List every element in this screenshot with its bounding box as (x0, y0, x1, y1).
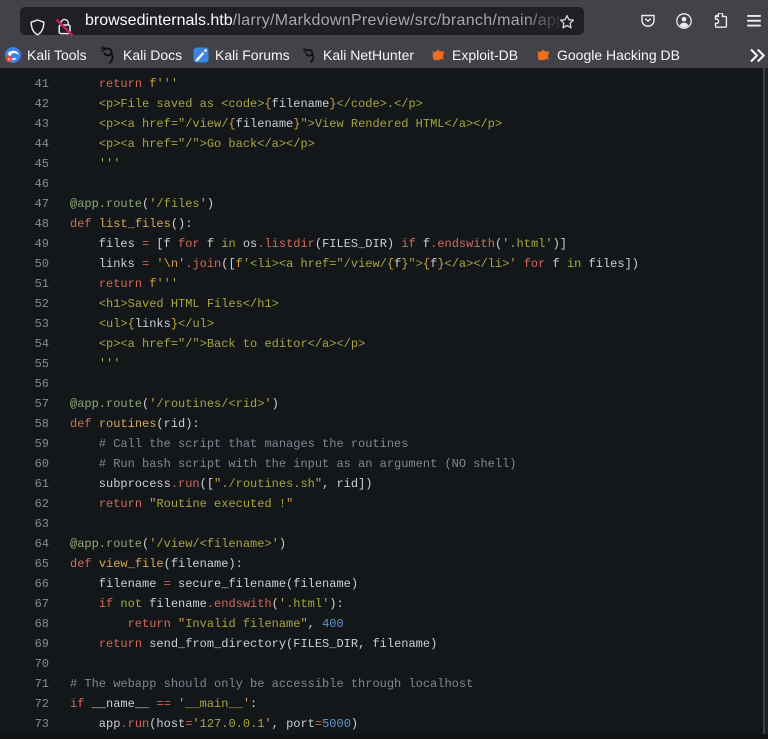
svg-text:n: n (8, 57, 11, 62)
